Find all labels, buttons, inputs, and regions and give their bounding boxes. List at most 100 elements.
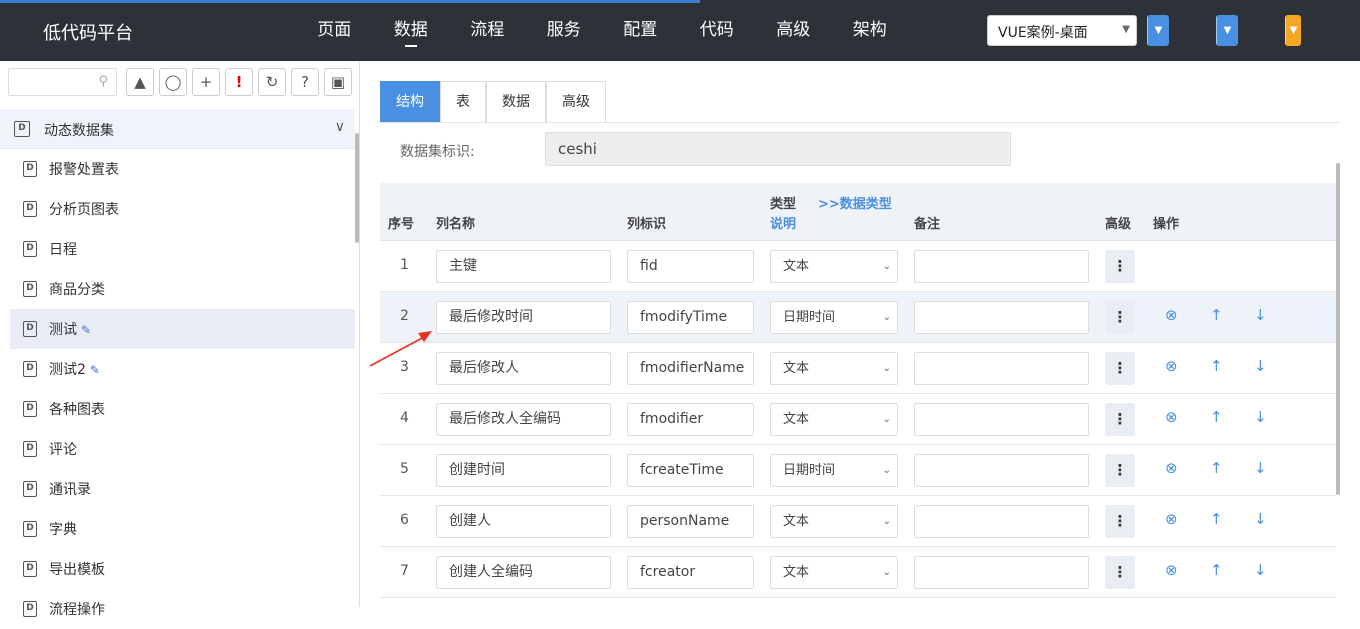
arrow-down-icon[interactable]: ↓ (1254, 459, 1267, 477)
doc-icon: D (23, 481, 37, 497)
column-name-input[interactable]: 创建时间 (436, 454, 611, 487)
tree-item[interactable]: D 商品分类 (10, 269, 355, 309)
publish-dropdown-icon[interactable]: ▼ (1285, 15, 1301, 46)
arrow-down-icon[interactable]: ↓ (1254, 510, 1267, 528)
column-remark-input[interactable] (914, 556, 1089, 589)
column-type-select[interactable]: 日期时间 ⌄ (770, 301, 898, 334)
column-key-input[interactable]: fcreator (627, 556, 754, 589)
column-remark-input[interactable] (914, 505, 1089, 538)
refresh-icon[interactable]: ↻ (258, 68, 286, 96)
arrow-down-icon[interactable]: ↓ (1254, 408, 1267, 426)
alert-icon[interactable]: ! (225, 68, 253, 96)
column-key-input[interactable]: fcreateTime (627, 454, 754, 487)
main-scrollbar[interactable] (1336, 163, 1340, 495)
more-options-icon[interactable]: ⋮ (1105, 454, 1135, 487)
tab-structure[interactable]: 结构 (380, 81, 440, 122)
project-select[interactable]: VUE案例-桌面 ▼ (987, 15, 1137, 46)
tab-data[interactable]: 数据 (486, 81, 546, 122)
column-key-input[interactable]: fmodifyTime (627, 301, 754, 334)
delete-circle-icon[interactable]: ⊗ (1165, 510, 1178, 528)
nav-item-architecture[interactable]: 架构 (832, 0, 909, 61)
tree-item[interactable]: D 测试2 ✎ (10, 349, 355, 389)
delete-circle-icon[interactable]: ⊗ (1165, 408, 1178, 426)
arrow-up-icon[interactable]: ↑ (1210, 408, 1223, 426)
column-key-input[interactable]: fmodifier (627, 403, 754, 436)
more-options-icon[interactable]: ⋮ (1105, 556, 1135, 589)
nav-item-advanced[interactable]: 高级 (755, 0, 832, 61)
column-remark-input[interactable] (914, 403, 1089, 436)
copy-icon[interactable]: ▣ (324, 68, 352, 96)
arrow-up-icon[interactable]: ↑ (1210, 510, 1223, 528)
data-type-link[interactable]: >>数据类型 (818, 193, 892, 212)
delete-circle-icon[interactable]: ⊗ (1165, 459, 1178, 477)
preview-dropdown-icon[interactable]: ▼ (1216, 15, 1238, 46)
column-key-input[interactable]: personName (627, 505, 754, 538)
more-options-icon[interactable]: ⋮ (1105, 301, 1135, 334)
tree-icon[interactable]: ▲ (126, 68, 154, 96)
arrow-up-icon[interactable]: ↑ (1210, 459, 1223, 477)
column-type-select[interactable]: 文本 ⌄ (770, 403, 898, 436)
column-name-input[interactable]: 最后修改时间 (436, 301, 611, 334)
column-name-input[interactable]: 最后修改人全编码 (436, 403, 611, 436)
arrow-up-icon[interactable]: ↑ (1210, 357, 1223, 375)
column-remark-input[interactable] (914, 454, 1089, 487)
more-options-icon[interactable]: ⋮ (1105, 403, 1135, 436)
tree-item[interactable]: D 流程操作 (10, 589, 355, 629)
more-options-icon[interactable]: ⋮ (1105, 250, 1135, 283)
arrow-up-icon[interactable]: ↑ (1210, 561, 1223, 579)
pencil-icon[interactable]: ✎ (90, 363, 100, 377)
pencil-icon[interactable]: ✎ (81, 323, 91, 337)
header-type-desc-link[interactable]: 说明 (770, 213, 796, 232)
dataset-id-label: 数据集标识: (400, 144, 475, 160)
nav-item-service[interactable]: 服务 (526, 0, 603, 61)
more-options-icon[interactable]: ⋮ (1105, 505, 1135, 538)
sidebar-search-input[interactable]: ⚲ (8, 68, 117, 96)
tree-item[interactable]: D 分析页图表 (10, 189, 355, 229)
arrow-up-icon[interactable]: ↑ (1210, 306, 1223, 324)
delete-circle-icon[interactable]: ⊗ (1165, 306, 1178, 324)
tree-list: D 报警处置表 D 分析页图表 D 日程 D 商品分类 D 测试 ✎ D 测试2 ✎ D 各种图表… (10, 149, 355, 629)
nav-item-config[interactable]: 配置 (602, 0, 679, 61)
column-key-input[interactable]: fmodifierName (627, 352, 754, 385)
column-name-input[interactable]: 最后修改人 (436, 352, 611, 385)
tree-item-selected[interactable]: D 测试 ✎ (10, 309, 355, 349)
column-type-select[interactable]: 文本 ⌄ (770, 556, 898, 589)
column-name-input[interactable]: 主键 (436, 250, 611, 283)
column-remark-input[interactable] (914, 250, 1089, 283)
nav-item-data[interactable]: 数据 (373, 0, 450, 61)
column-type-select[interactable]: 文本 ⌄ (770, 250, 898, 283)
column-name-input[interactable]: 创建人 (436, 505, 611, 538)
nav-item-code[interactable]: 代码 (679, 0, 756, 61)
tree-item[interactable]: D 各种图表 (10, 389, 355, 429)
help-icon[interactable]: ? (291, 68, 319, 96)
arrow-down-icon[interactable]: ↓ (1254, 357, 1267, 375)
column-type-value: 文本 (783, 361, 810, 376)
column-remark-input[interactable] (914, 301, 1089, 334)
tree-item[interactable]: D 日程 (10, 229, 355, 269)
sidebar-scrollbar[interactable] (355, 133, 359, 243)
tree-item[interactable]: D 评论 (10, 429, 355, 469)
tree-item[interactable]: D 导出模板 (10, 549, 355, 589)
column-type-select[interactable]: 文本 ⌄ (770, 352, 898, 385)
column-type-select[interactable]: 文本 ⌄ (770, 505, 898, 538)
delete-circle-icon[interactable]: ⊗ (1165, 357, 1178, 375)
tab-advanced[interactable]: 高级 (546, 81, 606, 122)
more-options-icon[interactable]: ⋮ (1105, 352, 1135, 385)
tree-item[interactable]: D 字典 (10, 509, 355, 549)
column-type-select[interactable]: 日期时间 ⌄ (770, 454, 898, 487)
tab-table[interactable]: 表 (440, 81, 486, 122)
delete-circle-icon[interactable]: ⊗ (1165, 561, 1178, 579)
column-remark-input[interactable] (914, 352, 1089, 385)
column-name-input[interactable]: 创建人全编码 (436, 556, 611, 589)
tag-icon[interactable]: ◯ (159, 68, 187, 96)
column-key-input[interactable]: fid (627, 250, 754, 283)
add-icon[interactable]: + (192, 68, 220, 96)
save-dropdown-icon[interactable]: ▼ (1147, 15, 1169, 46)
tree-item[interactable]: D 报警处置表 (10, 149, 355, 189)
tree-group-header[interactable]: D 动态数据集 ∨ (0, 109, 355, 149)
arrow-down-icon[interactable]: ↓ (1254, 561, 1267, 579)
nav-item-page[interactable]: 页面 (296, 0, 373, 61)
tree-item[interactable]: D 通讯录 (10, 469, 355, 509)
arrow-down-icon[interactable]: ↓ (1254, 306, 1267, 324)
nav-item-flow[interactable]: 流程 (449, 0, 526, 61)
